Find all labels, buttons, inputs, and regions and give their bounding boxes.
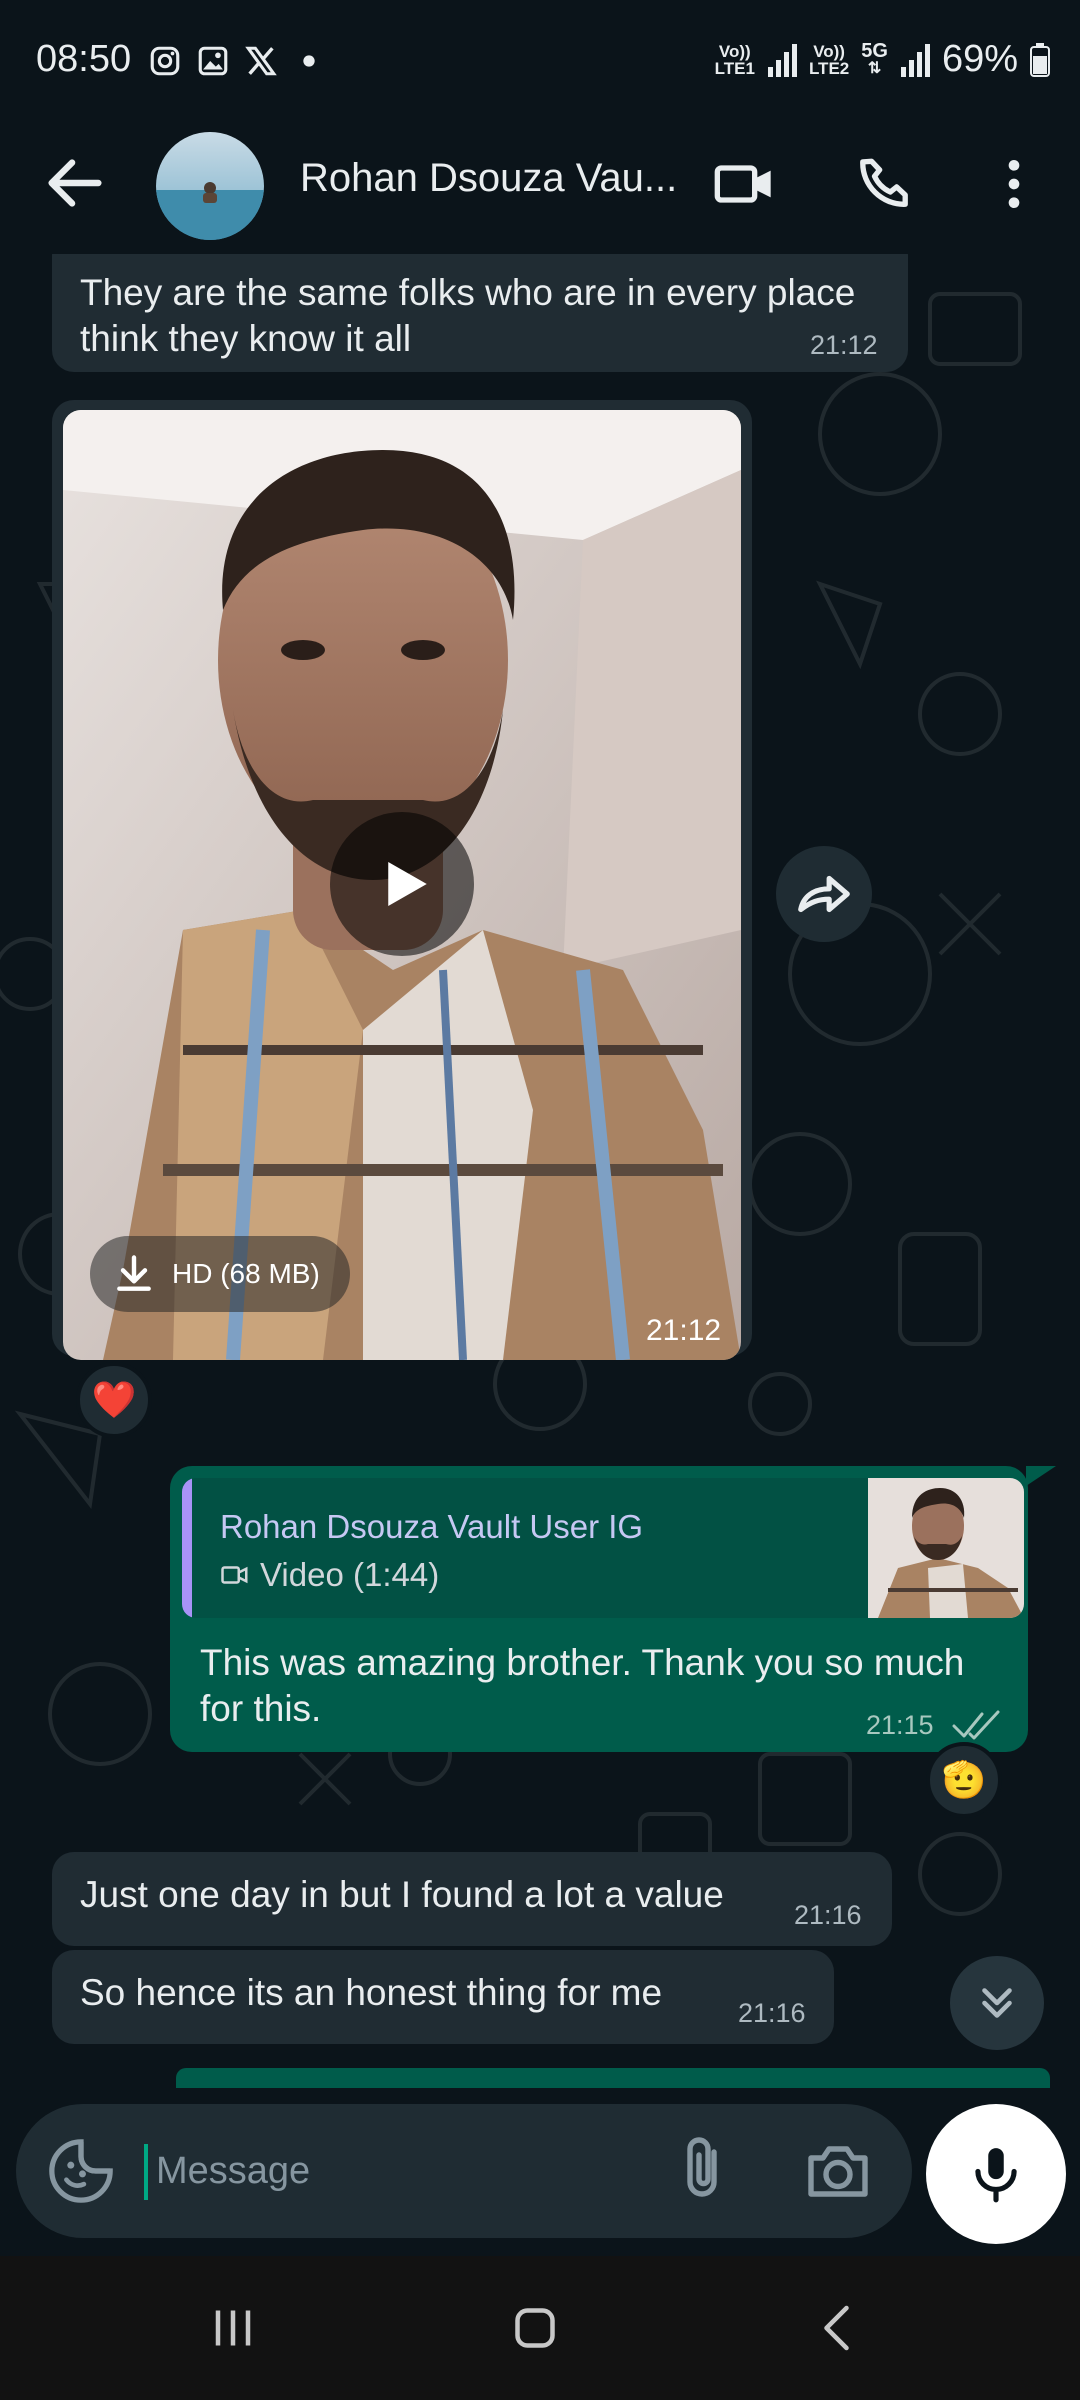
message-bubble-incoming[interactable]: Just one day in but I found a lot a valu…: [52, 1852, 892, 1946]
message-bubble-incoming[interactable]: So hence its an honest thing for me 21:1…: [52, 1950, 834, 2044]
message-text: So hence its an honest thing for me: [80, 1972, 663, 2013]
instagram-icon: [150, 46, 180, 76]
scroll-to-bottom-button[interactable]: [950, 1956, 1044, 2050]
more-vertical-icon: [1008, 160, 1020, 208]
home-button[interactable]: [490, 2290, 580, 2366]
recents-icon: [215, 2310, 251, 2346]
camera-icon: [808, 2146, 868, 2197]
notification-icons: [148, 44, 326, 78]
salute-emoji-icon: 🫡: [941, 1759, 987, 1800]
hd-size-label: HD (68 MB): [172, 1258, 320, 1289]
quoted-author: Rohan Dsouza Vault User IG: [220, 1508, 644, 1545]
message-time: 21:16: [794, 1900, 862, 1930]
message-text: They are the same folks who are in every…: [80, 272, 856, 359]
quoted-message[interactable]: Rohan Dsouza Vault User IG Video (1:44): [182, 1478, 1024, 1618]
avatar-image: [156, 132, 264, 240]
signal-icon: [767, 43, 797, 77]
video-call-button[interactable]: [706, 146, 782, 222]
hd-download-button[interactable]: HD (68 MB): [90, 1236, 350, 1312]
video-camera-icon: [714, 165, 771, 203]
message-bubble-incoming[interactable]: They are the same folks who are in every…: [52, 254, 908, 372]
forward-icon: [798, 875, 850, 913]
sticker-icon: [49, 2139, 113, 2203]
quote-accent-bar: [182, 1478, 192, 1618]
reaction-salute[interactable]: 🫡: [926, 1742, 1002, 1818]
forward-button[interactable]: [776, 846, 872, 942]
read-ticks-icon: [952, 1710, 1000, 1740]
more-options-button[interactable]: [976, 146, 1052, 222]
play-icon: [388, 862, 427, 906]
quoted-media-label: Video (1:44): [220, 1556, 439, 1594]
status-time: 08:50: [36, 38, 132, 80]
play-button[interactable]: [330, 812, 474, 956]
microphone-icon: [975, 2148, 1017, 2203]
chevron-left-icon: [824, 2305, 849, 2351]
text-caret: [144, 2144, 148, 2200]
video-message-time: 21:12: [646, 1314, 722, 1347]
message-time: 21:12: [810, 330, 878, 360]
gallery-icon: [198, 46, 228, 76]
sim1-label: Vo)) LTE1: [714, 41, 755, 78]
message-time: 21:15: [866, 1710, 934, 1740]
data-arrows-icon: ⇅: [867, 59, 882, 77]
quoted-thumbnail: [868, 1478, 1024, 1618]
network-type: 5G ⇅: [861, 39, 888, 77]
arrow-left-icon: [48, 159, 102, 207]
battery-icon: [1030, 42, 1050, 77]
home-icon: [515, 2308, 555, 2348]
chat-header: Rohan Dsouza Vau...: [0, 122, 1080, 254]
system-navigation-bar: [0, 2256, 1080, 2400]
message-time: 21:16: [738, 1998, 806, 2028]
recent-apps-button[interactable]: [188, 2290, 278, 2366]
voice-call-button[interactable]: [848, 146, 924, 222]
avatar[interactable]: [156, 132, 264, 240]
signal-icon-2: [900, 43, 930, 77]
status-bar: 08:50 Vo)) LTE1 Vo)) LTE2 5G ⇅ 69%: [0, 0, 1080, 122]
video-icon: [221, 1566, 248, 1584]
double-chevron-down-icon: [982, 1988, 1012, 2018]
bubble-tail: [1026, 1466, 1056, 1486]
phone-icon: [860, 158, 908, 207]
sim2-label: Vo)) LTE2: [808, 41, 850, 78]
partial-message-bubble: [176, 2068, 1050, 2088]
message-input[interactable]: [156, 2138, 596, 2204]
battery-percentage: 69%: [941, 38, 1018, 80]
message-composer: [16, 2104, 912, 2238]
voice-message-button[interactable]: [926, 2104, 1066, 2244]
reaction-heart[interactable]: ❤️: [76, 1362, 152, 1438]
download-icon: [117, 1255, 151, 1291]
paperclip-icon: [687, 2137, 717, 2197]
dot-icon: [303, 55, 315, 67]
heart-icon: ❤️: [91, 1379, 137, 1420]
contact-name[interactable]: Rohan Dsouza Vau...: [300, 148, 680, 208]
x-icon: [245, 46, 277, 76]
sticker-button[interactable]: [46, 2136, 116, 2206]
back-button[interactable]: [40, 148, 110, 218]
attach-button[interactable]: [666, 2134, 738, 2206]
camera-button[interactable]: [802, 2134, 874, 2206]
status-right: Vo)) LTE1 Vo)) LTE2 5G ⇅ 69%: [715, 38, 1050, 81]
message-text: Just one day in but I found a lot a valu…: [80, 1874, 724, 1915]
system-back-button[interactable]: [794, 2290, 884, 2366]
